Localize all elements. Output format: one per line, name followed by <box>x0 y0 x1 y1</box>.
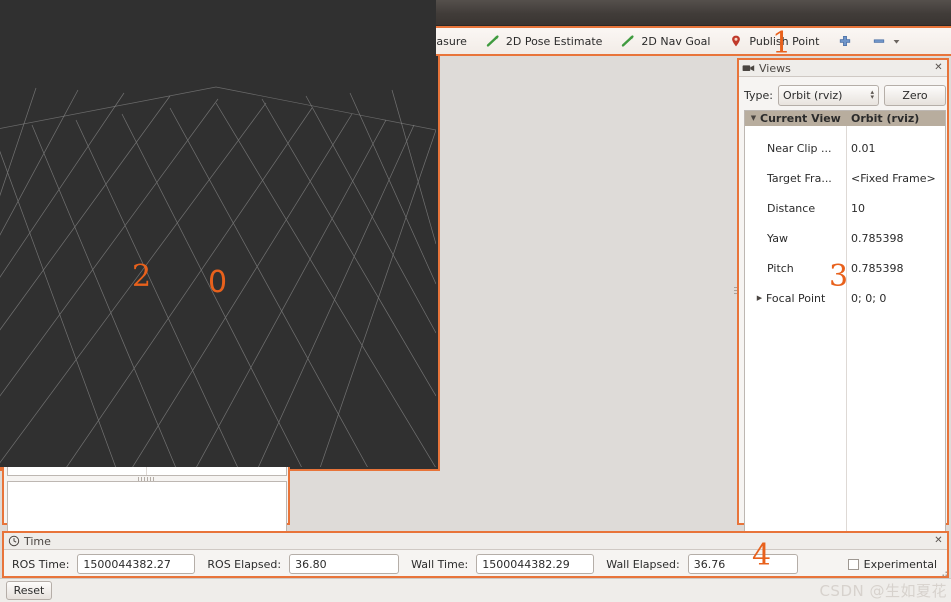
table-row[interactable]: Yaw 0.785398 <box>745 231 945 246</box>
views-tree[interactable]: ▼ Current View Orbit (rviz) Near Clip ..… <box>744 110 946 548</box>
spinner-arrows-icon[interactable]: ▴ ▾ <box>870 89 874 101</box>
tree-item-value[interactable]: 10 <box>851 201 865 216</box>
tree-item-value: Orbit (rviz) <box>851 112 920 125</box>
ros-time-label: ROS Time: <box>12 557 70 571</box>
tree-item-value[interactable]: 0.785398 <box>851 231 904 246</box>
3d-render-view[interactable]: 0 <box>0 0 440 471</box>
tree-item-value[interactable]: <Fixed Frame> <box>851 171 936 186</box>
time-fields-row: ROS Time: 1500044382.27 ROS Elapsed: 36.… <box>4 550 947 578</box>
minus-icon <box>871 34 887 48</box>
ros-elapsed-label: ROS Elapsed: <box>207 557 282 571</box>
ros-elapsed-input[interactable]: 36.80 <box>289 554 400 574</box>
origin-annotation-label: 0 <box>208 265 228 300</box>
tool-2d-nav-goal[interactable]: 2D Nav Goal <box>612 29 718 53</box>
table-row[interactable]: Distance 10 <box>745 201 945 216</box>
chevron-down-icon[interactable] <box>892 34 901 48</box>
zero-button[interactable]: Zero <box>884 84 946 106</box>
wall-time-label: Wall Time: <box>411 557 469 571</box>
displays-description-pane <box>7 481 287 536</box>
annotation-3: 3 <box>829 259 849 294</box>
watermark-text: CSDN @生如夏花 <box>819 582 947 600</box>
tree-item-label: Near Clip ... <box>767 142 832 155</box>
close-icon[interactable]: ✕ <box>933 62 944 74</box>
expander-icon[interactable]: ▶ <box>755 291 764 306</box>
views-panel-title: Views <box>759 61 791 75</box>
tree-item-value[interactable]: 0.01 <box>851 141 876 156</box>
status-bar: Reset CSDN @生如夏花 <box>0 578 951 602</box>
time-panel: Time ✕ ROS Time: 1500044382.27 ROS Elaps… <box>2 531 949 578</box>
expander-icon[interactable]: ▼ <box>749 111 758 126</box>
table-row[interactable]: Target Fra... <Fixed Frame> <box>745 171 945 186</box>
tree-item-label: Yaw <box>767 232 788 245</box>
annotation-1: 1 <box>772 26 792 61</box>
tree-item-value[interactable]: 0; 0; 0 <box>851 291 886 306</box>
views-panel-header: Views ✕ <box>739 60 947 77</box>
green-arrow-icon <box>620 34 636 48</box>
green-arrow-icon <box>485 34 501 48</box>
resize-grip[interactable] <box>937 566 949 578</box>
experimental-label: Experimental <box>863 557 937 571</box>
plus-icon <box>837 34 853 48</box>
time-panel-header: Time ✕ <box>4 533 947 550</box>
map-pin-icon <box>728 34 744 48</box>
views-type-row: Type: Orbit (rviz) ▴ ▾ Zero <box>744 84 946 106</box>
view-type-select[interactable]: Orbit (rviz) ▴ ▾ <box>777 84 879 106</box>
tree-item-label: Current View <box>760 112 841 125</box>
tree-item-value[interactable]: 0.785398 <box>851 261 904 276</box>
time-panel-title: Time <box>24 534 51 548</box>
camera-icon <box>742 62 755 75</box>
wall-elapsed-input[interactable]: 36.76 <box>687 554 798 574</box>
tool-2d-pose-estimate[interactable]: 2D Pose Estimate <box>477 29 611 53</box>
table-row[interactable]: ▼ Current View Orbit (rviz) <box>745 111 945 126</box>
view-type-selected-value: Orbit (rviz) <box>782 88 843 102</box>
table-row[interactable]: Near Clip ... 0.01 <box>745 141 945 156</box>
grid-graphic <box>0 0 436 467</box>
tool-2d-nav-goal-label: 2D Nav Goal <box>641 34 711 48</box>
clock-icon <box>7 535 20 548</box>
close-icon[interactable]: ✕ <box>933 535 944 547</box>
views-type-label: Type: <box>744 88 773 102</box>
experimental-toggle[interactable]: Experimental <box>847 557 937 571</box>
annotation-4: 4 <box>752 538 772 573</box>
experimental-checkbox[interactable] <box>847 558 859 570</box>
wall-time-input[interactable]: 1500044382.29 <box>476 554 595 574</box>
tool-remove-button[interactable] <box>863 29 909 53</box>
tree-item-label: Distance <box>767 202 816 215</box>
column-divider <box>846 125 847 547</box>
tool-add-button[interactable] <box>829 29 861 53</box>
tree-item-label: Pitch <box>767 262 794 275</box>
tree-item-label: Focal Point <box>766 292 826 305</box>
annotation-2: 2 <box>132 259 152 294</box>
ros-time-input[interactable]: 1500044382.27 <box>77 554 196 574</box>
tree-item-label: Target Fra... <box>767 172 832 185</box>
rviz-window: × RViz* Interact <box>0 0 951 602</box>
reset-button[interactable]: Reset <box>6 581 52 600</box>
tool-2d-pose-estimate-label: 2D Pose Estimate <box>505 34 603 48</box>
wall-elapsed-label: Wall Elapsed: <box>606 557 680 571</box>
